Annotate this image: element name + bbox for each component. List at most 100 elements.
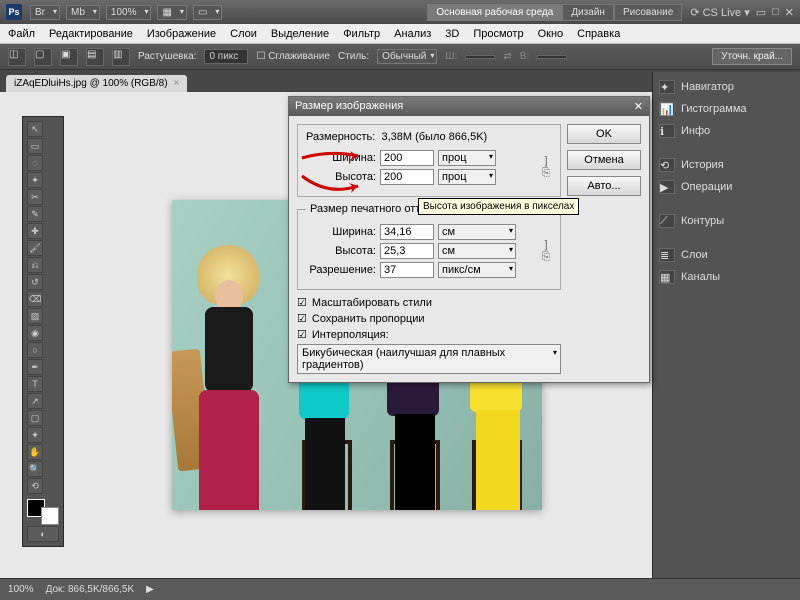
px-link-icon[interactable]: ]⎘ xyxy=(540,155,552,180)
menu-window[interactable]: Окно xyxy=(538,28,564,40)
menu-filter[interactable]: Фильтр xyxy=(343,28,380,40)
crop-tool[interactable]: ✂ xyxy=(27,189,43,205)
panel-info[interactable]: ℹИнфо xyxy=(657,120,796,142)
dodge-tool[interactable]: ○ xyxy=(27,342,43,358)
zoom-dropdown[interactable]: 100% xyxy=(106,5,152,20)
sel-int-icon[interactable]: ▥ xyxy=(112,48,130,66)
document-tab[interactable]: iZAqEDluiHs.jpg @ 100% (RGB/8) × xyxy=(6,75,187,92)
resample-checkbox[interactable]: ☑Интерполяция: xyxy=(297,328,561,341)
image-size-dialog: Размер изображения ✕ Размерность: 3,38M … xyxy=(288,96,650,383)
maximize-icon[interactable]: □ xyxy=(772,6,779,19)
px-width-unit-select[interactable]: проц xyxy=(438,150,496,166)
status-zoom[interactable]: 100% xyxy=(8,584,34,595)
eraser-tool[interactable]: ⌫ xyxy=(27,291,43,307)
print-height-unit-select[interactable]: см xyxy=(438,243,516,259)
marquee-tool-icon[interactable]: ◫ xyxy=(8,48,26,66)
px-height-unit-select[interactable]: проц xyxy=(438,169,496,185)
view-dropdown[interactable]: ▦ xyxy=(157,5,186,20)
menu-select[interactable]: Выделение xyxy=(271,28,329,40)
workspace-design[interactable]: Дизайн xyxy=(562,4,614,21)
zoom-tool[interactable]: 🔍 xyxy=(27,461,43,477)
print-size-group: Размер печатного оттиска: Ширина: см Выс… xyxy=(297,203,561,290)
style-select[interactable]: Обычный xyxy=(377,49,437,64)
resolution-unit-select[interactable]: пикс/см xyxy=(438,262,516,278)
hand-tool[interactable]: ✋ xyxy=(27,444,43,460)
scale-styles-checkbox[interactable]: ☑Масштабировать стили xyxy=(297,296,561,309)
sel-sub-icon[interactable]: ▤ xyxy=(86,48,104,66)
interpolation-select[interactable]: Бикубическая (наилучшая для плавных град… xyxy=(297,344,561,374)
style-label: Стиль: xyxy=(338,51,369,62)
gradient-tool[interactable]: ▨ xyxy=(27,308,43,324)
shape-tool[interactable]: ▢ xyxy=(27,410,43,426)
menu-3d[interactable]: 3D xyxy=(445,28,459,40)
print-width-unit-select[interactable]: см xyxy=(438,224,516,240)
workspace-essentials[interactable]: Основная рабочая среда xyxy=(427,4,562,21)
quickmask-toggle[interactable]: ◐ xyxy=(27,526,59,542)
px-width-input[interactable] xyxy=(380,150,434,166)
color-swatches[interactable] xyxy=(27,499,59,525)
antialias-checkbox[interactable]: ☐ Сглаживание xyxy=(256,51,330,62)
menu-view[interactable]: Просмотр xyxy=(473,28,523,40)
stamp-tool[interactable]: ⎌ xyxy=(27,257,43,273)
menu-file[interactable]: Файл xyxy=(8,28,35,40)
brush-tool[interactable]: 🖌 xyxy=(27,240,43,256)
workspace-painting[interactable]: Рисование xyxy=(614,4,682,21)
panel-histogram[interactable]: 📊Гистограмма xyxy=(657,98,796,120)
path-tool[interactable]: ↗ xyxy=(27,393,43,409)
ok-button[interactable]: OK xyxy=(567,124,641,144)
constrain-proportions-checkbox[interactable]: ☑Сохранить пропорции xyxy=(297,312,561,325)
feather-label: Растушевка: xyxy=(138,51,196,62)
menu-edit[interactable]: Редактирование xyxy=(49,28,133,40)
pen-tool[interactable]: ✒ xyxy=(27,359,43,375)
panel-channels[interactable]: ▦Каналы xyxy=(657,266,796,288)
print-height-input[interactable] xyxy=(380,243,434,259)
close-icon[interactable]: ✕ xyxy=(785,6,794,19)
status-doc-size[interactable]: Док: 866,5K/866,5K xyxy=(46,584,135,595)
br-dropdown[interactable]: Br xyxy=(30,5,60,20)
resolution-input[interactable] xyxy=(380,262,434,278)
screen-dropdown[interactable]: ▭ xyxy=(193,5,222,20)
wand-tool[interactable]: ✦ xyxy=(27,172,43,188)
blur-tool[interactable]: ◉ xyxy=(27,325,43,341)
mb-dropdown[interactable]: Mb xyxy=(66,5,100,20)
history-brush-tool[interactable]: ↺ xyxy=(27,274,43,290)
dialog-close-icon[interactable]: ✕ xyxy=(634,100,643,113)
background-color[interactable] xyxy=(41,507,59,525)
heal-tool[interactable]: ✚ xyxy=(27,223,43,239)
print-width-input[interactable] xyxy=(380,224,434,240)
close-tab-icon[interactable]: × xyxy=(174,78,180,89)
resolution-label: Разрешение: xyxy=(306,264,376,276)
feather-input[interactable]: 0 пикс xyxy=(204,49,248,64)
lasso-tool[interactable]: ◌ xyxy=(27,155,43,171)
app-logo: Ps xyxy=(6,4,22,20)
cslive-button[interactable]: ⟳ CS Live ▾ xyxy=(690,6,749,19)
move-tool[interactable]: ↖ xyxy=(27,121,43,137)
panel-layers[interactable]: ≣Слои xyxy=(657,244,796,266)
histogram-icon: 📊 xyxy=(659,102,675,116)
menu-image[interactable]: Изображение xyxy=(147,28,216,40)
px-height-input[interactable] xyxy=(380,169,434,185)
document-tab-label: iZAqEDluiHs.jpg @ 100% (RGB/8) xyxy=(14,78,168,89)
status-arrow-icon[interactable]: ▶ xyxy=(146,584,154,595)
width-readout xyxy=(465,55,495,59)
panel-paths[interactable]: ⟋Контуры xyxy=(657,210,796,232)
panel-history[interactable]: ⟲История xyxy=(657,154,796,176)
minimize-icon[interactable]: ▭ xyxy=(756,6,766,19)
eyedropper-tool[interactable]: ✎ xyxy=(27,206,43,222)
cancel-button[interactable]: Отмена xyxy=(567,150,641,170)
sel-add-icon[interactable]: ▣ xyxy=(60,48,78,66)
type-tool[interactable]: T xyxy=(27,376,43,392)
print-link-icon[interactable]: ]⎘ xyxy=(540,239,552,264)
rotate-tool[interactable]: ⟲ xyxy=(27,478,43,494)
sel-new-icon[interactable]: ▢ xyxy=(34,48,52,66)
dialog-titlebar[interactable]: Размер изображения ✕ xyxy=(289,97,649,116)
panel-actions[interactable]: ▶Операции xyxy=(657,176,796,198)
menu-layers[interactable]: Слои xyxy=(230,28,257,40)
panel-navigator[interactable]: ✦Навигатор xyxy=(657,76,796,98)
3d-tool[interactable]: ✦ xyxy=(27,427,43,443)
auto-button[interactable]: Авто... xyxy=(567,176,641,196)
menu-help[interactable]: Справка xyxy=(577,28,620,40)
menu-analysis[interactable]: Анализ xyxy=(394,28,431,40)
marquee-tool[interactable]: ▭ xyxy=(27,138,43,154)
refine-edge-button[interactable]: Уточн. край... xyxy=(712,48,792,65)
